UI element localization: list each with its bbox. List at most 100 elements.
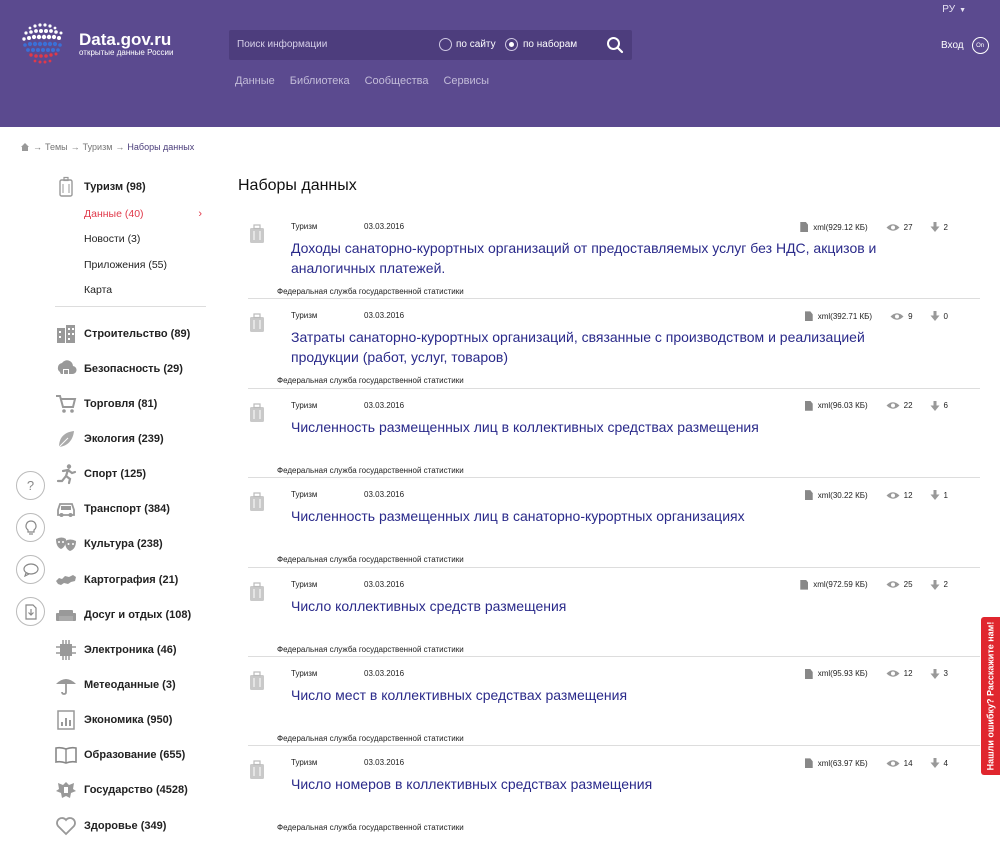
sidebar-item-state[interactable]: Государство (4528) — [55, 773, 206, 808]
subnav-item-data[interactable]: Данные (40) › — [55, 201, 206, 227]
sidebar-item-label[interactable]: Электроника (46) — [84, 644, 177, 656]
nav-item-library[interactable]: Библиотека — [290, 75, 350, 87]
dataset-topic[interactable]: Туризм — [291, 311, 317, 320]
radio-search-site-label[interactable]: по сайту — [456, 39, 496, 50]
language-label[interactable]: РУ — [942, 4, 955, 15]
dataset-org[interactable]: Федеральная служба государственной стати… — [277, 823, 464, 832]
logo-icon[interactable] — [20, 20, 66, 66]
language-switcher[interactable]: РУ ▼ — [942, 4, 966, 15]
dataset-file[interactable]: xml(95.93 КБ) — [818, 669, 868, 678]
subnav-item-map[interactable]: Карта — [55, 278, 206, 304]
subnav-item-label[interactable]: Приложения (55) — [84, 259, 167, 271]
breadcrumb-item-themes[interactable]: Темы — [45, 142, 68, 152]
map-icon — [55, 569, 77, 591]
subnav-item-label[interactable]: Карта — [84, 284, 112, 296]
dataset-title-link[interactable]: Доходы санаторно-курортных организаций о… — [291, 238, 931, 278]
dataset-downloads: 2 — [943, 222, 948, 232]
download-doc-icon[interactable] — [16, 597, 45, 626]
sidebar-item-label[interactable]: Спорт (125) — [84, 468, 146, 480]
sidebar-item-cartography[interactable]: Картография (21) — [55, 562, 206, 597]
dataset-file[interactable]: xml(929.12 КБ) — [813, 223, 867, 232]
suitcase-icon — [250, 581, 264, 601]
sidebar-item-label[interactable]: Образование (655) — [84, 749, 185, 761]
sidebar-item-construction[interactable]: Строительство (89) — [55, 316, 206, 351]
feedback-label[interactable]: Нашли ошибку? Расскажите нам! — [986, 622, 996, 771]
dataset-title-link[interactable]: Численность размещенных лиц в коллективн… — [291, 417, 931, 437]
dataset-title-link[interactable]: Число номеров в коллективных средствах р… — [291, 774, 931, 794]
sidebar-item-label[interactable]: Безопасность (29) — [84, 363, 183, 375]
chat-icon[interactable] — [16, 555, 45, 584]
sidebar-item-electronics[interactable]: Электроника (46) — [55, 632, 206, 667]
sidebar-item-label[interactable]: Картография (21) — [84, 574, 178, 586]
radio-search-sets-label[interactable]: по наборам — [523, 39, 577, 50]
search-icon[interactable] — [605, 35, 625, 55]
chevron-down-icon[interactable]: ▼ — [959, 7, 966, 14]
subnav-item-apps[interactable]: Приложения (55) — [55, 252, 206, 278]
nav-item-services[interactable]: Сервисы — [443, 75, 489, 87]
subnav-item-label[interactable]: Данные (40) — [84, 208, 144, 220]
radio-search-site[interactable] — [439, 38, 452, 51]
idea-icon[interactable] — [16, 513, 45, 542]
search-input[interactable]: Поиск информации — [237, 39, 327, 50]
dataset-file[interactable]: xml(972.59 КБ) — [813, 580, 867, 589]
dataset-topic[interactable]: Туризм — [291, 669, 317, 678]
sidebar-topic-label[interactable]: Туризм (98) — [84, 181, 146, 193]
sidebar-item-label[interactable]: Торговля (81) — [84, 398, 157, 410]
sidebar-item-label[interactable]: Культура (238) — [84, 538, 163, 550]
dataset-org[interactable]: Федеральная служба государственной стати… — [277, 466, 464, 475]
dataset-title-link[interactable]: Число мест в коллективных средствах разм… — [291, 685, 931, 705]
sidebar-item-meteo[interactable]: Метеоданные (3) — [55, 667, 206, 702]
sidebar-item-security[interactable]: Безопасность (29) — [55, 351, 206, 386]
logo-title[interactable]: Data.gov.ru — [79, 30, 171, 50]
dataset-topic[interactable]: Туризм — [291, 758, 317, 767]
power-icon[interactable]: On — [971, 37, 989, 54]
login-button[interactable]: Вход On — [941, 37, 989, 54]
sidebar-item-ecology[interactable]: Экология (239) — [55, 421, 206, 456]
dataset-file[interactable]: xml(30.22 КБ) — [818, 491, 868, 500]
breadcrumb-item-tourism[interactable]: Туризм — [83, 142, 113, 152]
subnav-item-news[interactable]: Новости (3) — [55, 227, 206, 253]
sidebar-item-education[interactable]: Образование (655) — [55, 738, 206, 773]
dataset-org[interactable]: Федеральная служба государственной стати… — [277, 376, 464, 385]
dataset-org[interactable]: Федеральная служба государственной стати… — [277, 555, 464, 564]
dataset-title-link[interactable]: Число коллективных средств размещения — [291, 596, 931, 616]
sidebar-item-label[interactable]: Транспорт (384) — [84, 503, 170, 515]
sidebar-item-label[interactable]: Здоровье (349) — [84, 820, 166, 832]
dataset-title-link[interactable]: Численность размещенных лиц в санаторно-… — [291, 506, 931, 526]
dataset-title-link[interactable]: Затраты санаторно-курортных организаций,… — [291, 327, 931, 367]
login-label[interactable]: Вход — [941, 40, 964, 51]
help-icon[interactable]: ? — [16, 471, 45, 500]
dataset-org[interactable]: Федеральная служба государственной стати… — [277, 287, 464, 296]
sidebar-item-leisure[interactable]: Досуг и отдых (108) — [55, 597, 206, 632]
radio-search-sets[interactable] — [505, 38, 518, 51]
sidebar-item-health[interactable]: Здоровье (349) — [55, 808, 206, 843]
dataset-org[interactable]: Федеральная служба государственной стати… — [277, 734, 464, 743]
sidebar-item-label[interactable]: Экономика (950) — [84, 714, 172, 726]
dataset-topic[interactable]: Туризм — [291, 222, 317, 231]
feedback-tab[interactable]: Нашли ошибку? Расскажите нам! — [981, 617, 1000, 775]
sidebar-item-label[interactable]: Метеоданные (3) — [84, 679, 176, 691]
dataset-file[interactable]: xml(392.71 КБ) — [818, 312, 872, 321]
home-icon[interactable] — [20, 142, 30, 152]
subnav-item-label[interactable]: Новости (3) — [84, 233, 140, 245]
dataset-file[interactable]: xml(63.97 КБ) — [818, 759, 868, 768]
eye-icon — [890, 313, 904, 320]
sidebar-item-economy[interactable]: Экономика (950) — [55, 703, 206, 738]
nav-item-data[interactable]: Данные — [235, 75, 275, 87]
sidebar-item-label[interactable]: Досуг и отдых (108) — [84, 609, 191, 621]
dataset-org[interactable]: Федеральная служба государственной стати… — [277, 645, 464, 654]
nav-item-communities[interactable]: Сообщества — [365, 75, 429, 87]
sidebar-item-transport[interactable]: Транспорт (384) — [55, 492, 206, 527]
dataset-topic[interactable]: Туризм — [291, 580, 317, 589]
sidebar-item-culture[interactable]: Культура (238) — [55, 527, 206, 562]
sidebar-topic-tourism[interactable]: Туризм (98) — [55, 176, 206, 198]
dataset-item: Туризм 03.03.2016 xml(929.12 КБ) 27 2 До… — [248, 210, 980, 300]
sidebar-item-sport[interactable]: Спорт (125) — [55, 457, 206, 492]
dataset-topic[interactable]: Туризм — [291, 490, 317, 499]
sidebar-item-trade[interactable]: Торговля (81) — [55, 386, 206, 421]
dataset-topic[interactable]: Туризм — [291, 401, 317, 410]
sidebar-item-label[interactable]: Государство (4528) — [84, 784, 188, 796]
sidebar-item-label[interactable]: Экология (239) — [84, 433, 164, 445]
dataset-file[interactable]: xml(96.03 КБ) — [818, 401, 868, 410]
sidebar-item-label[interactable]: Строительство (89) — [84, 328, 190, 340]
